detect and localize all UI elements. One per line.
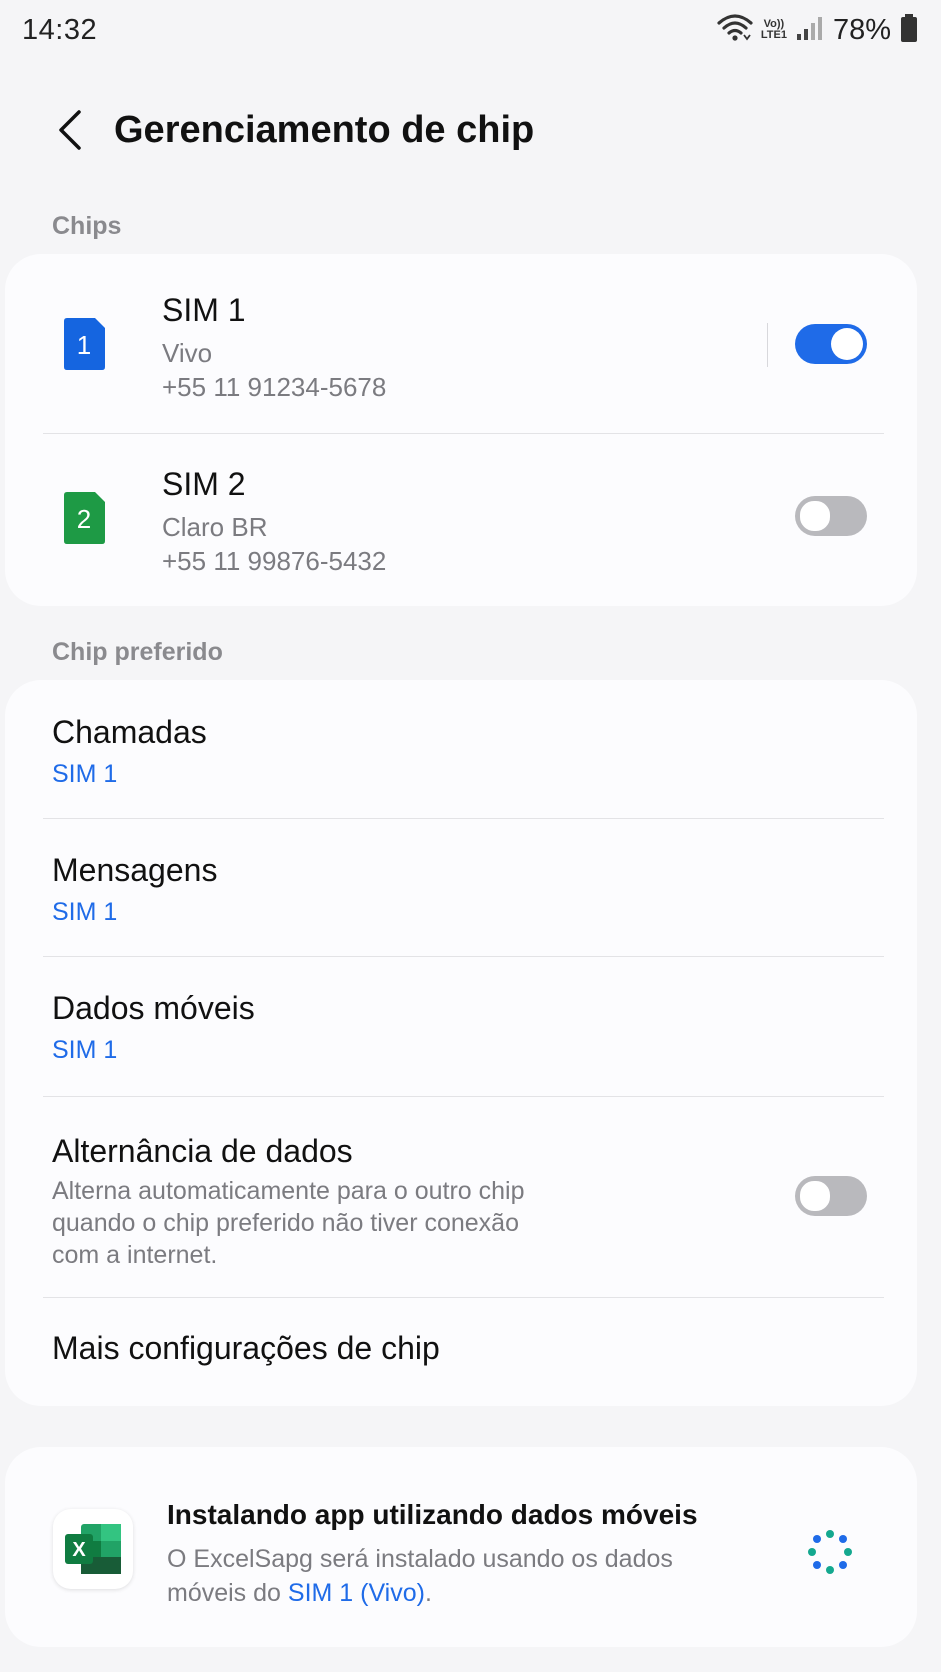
section-label-chips: Chips (52, 212, 122, 240)
messages-title: Mensagens (52, 852, 218, 888)
battery-percent: 78% (832, 13, 891, 46)
data-switching-title: Alternância de dados (52, 1133, 353, 1169)
install-notification[interactable]: X Instalando app utilizando dados móveis… (5, 1447, 917, 1647)
section-label-preferred: Chip preferido (52, 638, 223, 666)
more-chip-settings-title: Mais configurações de chip (52, 1330, 440, 1366)
sim-1-toggle[interactable] (795, 324, 867, 364)
sim-card-1-icon: 1 (64, 318, 105, 370)
svg-text:X: X (72, 1539, 86, 1561)
app-header: Gerenciamento de chip (0, 90, 941, 170)
data-switching-description: Alterna automaticamente para o outro chi… (52, 1177, 525, 1269)
status-time: 14:32 (22, 13, 98, 46)
sim-card-2-icon: 2 (64, 492, 105, 544)
messages-value: SIM 1 (52, 898, 118, 926)
loading-spinner-icon (808, 1530, 852, 1574)
sim-2-carrier: Claro BR (162, 512, 268, 542)
mobile-data-title: Dados móveis (52, 990, 255, 1026)
messages-row[interactable]: Mensagens SIM 1 (5, 819, 917, 957)
sim-2-number: +55 11 99876-5432 (162, 546, 387, 576)
chips-card: 1 SIM 1 Vivo +55 11 91234-5678 2 SIM 2 C… (5, 254, 917, 606)
notification-body: O ExcelSapg será instalado usando os dad… (167, 1545, 673, 1607)
sim-2-toggle[interactable] (795, 496, 867, 536)
sim-1-number: +55 11 91234-5678 (162, 372, 387, 402)
sim-1-name: SIM 1 (162, 292, 246, 328)
calls-title: Chamadas (52, 714, 207, 750)
preferred-card: Chamadas SIM 1 Mensagens SIM 1 Dados móv… (5, 680, 917, 1406)
chevron-left-icon (59, 110, 81, 150)
data-switching-row[interactable]: Alternância de dados Alterna automaticam… (5, 1097, 917, 1297)
excel-app-icon: X (53, 1509, 133, 1589)
page-title: Gerenciamento de chip (114, 108, 535, 151)
status-bar: 14:32 Vo)) LTE1 78% (0, 0, 941, 60)
data-switching-toggle[interactable] (795, 1176, 867, 1216)
divider-vertical (767, 323, 768, 367)
svg-text:1: 1 (77, 330, 91, 360)
svg-text:2: 2 (77, 504, 91, 534)
status-icons: Vo)) LTE1 78% (717, 13, 919, 48)
mobile-data-value: SIM 1 (52, 1036, 118, 1064)
sim-2-row[interactable]: 2 SIM 2 Claro BR +55 11 99876-5432 (5, 434, 917, 606)
volte-icon: Vo)) LTE1 (760, 18, 787, 41)
sim-2-name: SIM 2 (162, 466, 246, 502)
sim-highlight: SIM 1 (Vivo) (287, 1579, 425, 1607)
back-button[interactable] (40, 100, 100, 160)
wifi-icon (717, 13, 753, 48)
more-chip-settings-row[interactable]: Mais configurações de chip (5, 1298, 917, 1406)
calls-row[interactable]: Chamadas SIM 1 (5, 680, 917, 818)
mobile-data-row[interactable]: Dados móveis SIM 1 (5, 957, 917, 1096)
notification-title: Instalando app utilizando dados móveis (167, 1499, 698, 1530)
battery-icon (899, 13, 919, 48)
calls-value: SIM 1 (52, 760, 118, 788)
signal-icon (795, 14, 823, 47)
sim-1-row[interactable]: 1 SIM 1 Vivo +55 11 91234-5678 (5, 254, 917, 426)
sim-1-carrier: Vivo (162, 338, 213, 368)
